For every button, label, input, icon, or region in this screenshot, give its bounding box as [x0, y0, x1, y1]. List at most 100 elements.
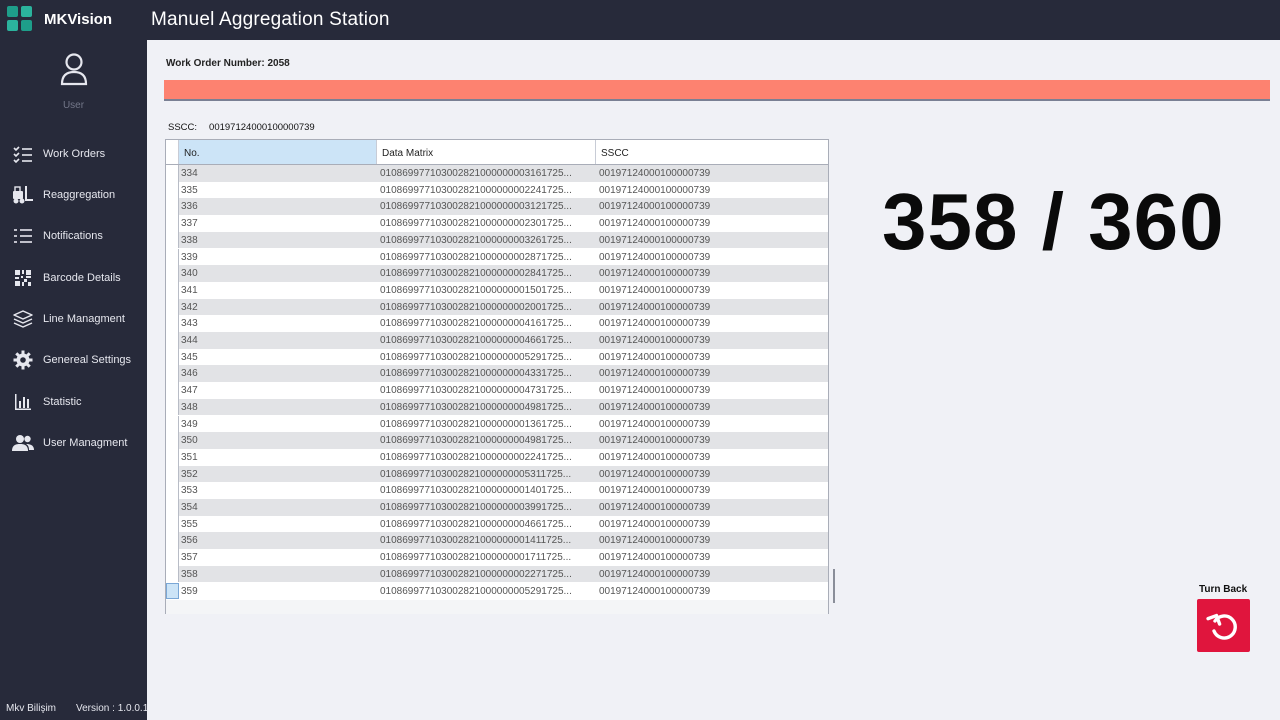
row-selector[interactable]: [166, 198, 179, 216]
cell-no: 340: [181, 268, 198, 280]
cell-no: 343: [181, 318, 198, 330]
column-header-sscc[interactable]: SSCC: [596, 140, 828, 164]
sscc-label: SSCC:: [168, 122, 198, 133]
table-row[interactable]: 340 010869977103002821000000002841725... 0…: [166, 265, 828, 282]
table-row[interactable]: 357 010869977103002821000000001711725... 0…: [166, 549, 828, 566]
row-selector[interactable]: [166, 215, 179, 232]
cell-no: 356: [181, 535, 198, 547]
cell-data-matrix: 010869977103002821000000005291725...: [380, 585, 572, 597]
cell-sscc: 00197124000100000739: [599, 201, 711, 213]
table-row[interactable]: 349 010869977103002821000000001361725... 0…: [166, 415, 828, 433]
sidebar-item-reaggregation[interactable]: Reaggregation: [0, 177, 147, 213]
table-scrollbar[interactable]: [833, 569, 835, 603]
row-selector[interactable]: [166, 398, 179, 416]
sidebar-item-notifications[interactable]: Notifications: [0, 218, 147, 254]
sidebar-item-line-managment[interactable]: Line Managment: [0, 301, 147, 337]
aggregation-table[interactable]: No. Data Matrix SSCC 334 0108699771030028…: [165, 139, 829, 614]
cell-data-matrix: 010869977103002821000000004161725...: [380, 318, 572, 330]
row-selector[interactable]: [166, 181, 179, 199]
sidebar-item-barcode-details[interactable]: Barcode Details: [0, 260, 147, 296]
table-row[interactable]: 344 010869977103002821000000004661725... 0…: [166, 332, 828, 349]
brand-name: MKVision: [44, 11, 113, 28]
cell-data-matrix: 010869977103002821000000003261725...: [380, 234, 572, 246]
table-row[interactable]: 335 010869977103002821000000002241725... 0…: [166, 181, 828, 199]
row-selector[interactable]: [166, 582, 179, 600]
cell-data-matrix: 010869977103002821000000003991725...: [380, 502, 572, 513]
row-selector[interactable]: [166, 482, 179, 499]
table-row[interactable]: 356 010869977103002821000000001411725... 0…: [166, 532, 828, 550]
cell-no: 352: [181, 468, 198, 480]
cell-data-matrix: 010869977103002821000000001501725...: [380, 284, 572, 296]
table-row[interactable]: 341 010869977103002821000000001501725... 0…: [166, 281, 828, 299]
table-row[interactable]: 358 010869977103002821000000002271725... 0…: [166, 565, 828, 583]
cell-no: 345: [181, 351, 198, 363]
table-row[interactable]: 354 010869977103002821000000003991725... 0…: [166, 499, 828, 516]
cell-data-matrix: 010869977103002821000000001711725...: [380, 552, 572, 564]
turn-back-label: Turn Back: [1199, 584, 1248, 595]
cell-data-matrix: 010869977103002821000000002871725...: [380, 251, 572, 263]
sidebar-item-work-orders[interactable]: Work Orders: [0, 136, 147, 172]
row-selector[interactable]: [166, 248, 179, 266]
table-row[interactable]: 348 010869977103002821000000004981725... 0…: [166, 398, 828, 416]
row-selector[interactable]: [166, 465, 179, 483]
row-selector[interactable]: [166, 315, 179, 332]
cell-no: 336: [181, 201, 198, 213]
table-row[interactable]: 351 010869977103002821000000002241725... 0…: [166, 448, 828, 466]
user-block[interactable]: User: [0, 52, 147, 111]
sidebar-item-statistic[interactable]: Statistic: [0, 384, 147, 420]
cell-no: 338: [181, 234, 198, 246]
row-selector[interactable]: [166, 382, 179, 399]
row-selector[interactable]: [166, 432, 179, 449]
cell-no: 354: [181, 502, 198, 513]
row-selector[interactable]: [166, 532, 179, 550]
gear-icon: [12, 349, 34, 371]
users-icon: [12, 432, 34, 454]
cell-no: 353: [181, 485, 198, 497]
status-bar: [164, 80, 1270, 101]
table-row[interactable]: 355 010869977103002821000000004661725... 0…: [166, 515, 828, 533]
row-selector[interactable]: [166, 565, 179, 583]
table-row[interactable]: 339 010869977103002821000000002871725... 0…: [166, 248, 828, 266]
column-header-no[interactable]: No.: [179, 140, 377, 164]
table-row[interactable]: 342 010869977103002821000000002001725... 0…: [166, 298, 828, 316]
table-row[interactable]: 352 010869977103002821000000005311725... 0…: [166, 465, 828, 483]
column-header-data-matrix[interactable]: Data Matrix: [377, 140, 596, 164]
table-row[interactable]: 337 010869977103002821000000002301725... 0…: [166, 215, 828, 232]
row-selector[interactable]: [166, 332, 179, 349]
row-selector[interactable]: [166, 415, 179, 433]
table-row[interactable]: 353 010869977103002821000000001401725... 0…: [166, 482, 828, 499]
table-row[interactable]: 336 010869977103002821000000003121725... 0…: [166, 198, 828, 216]
barcode-icon: [12, 267, 34, 289]
turn-back-button[interactable]: [1197, 599, 1250, 652]
row-selector[interactable]: [166, 499, 179, 516]
row-selector[interactable]: [166, 448, 179, 466]
row-selector[interactable]: [166, 549, 179, 566]
table-row[interactable]: 350 010869977103002821000000004981725... 0…: [166, 432, 828, 449]
table-row[interactable]: 343 010869977103002821000000004161725... 0…: [166, 315, 828, 332]
row-selector[interactable]: [166, 265, 179, 282]
list-check-icon: [12, 143, 34, 165]
row-selector[interactable]: [166, 365, 179, 383]
table-row[interactable]: 345 010869977103002821000000005291725... 0…: [166, 348, 828, 366]
sidebar-item-general-settings[interactable]: Genereal Settings: [0, 342, 147, 378]
cell-data-matrix: 010869977103002821000000003161725...: [380, 168, 572, 179]
title-bar: MKVision Manuel Aggregation Station: [0, 0, 1280, 40]
row-selector[interactable]: [166, 515, 179, 533]
row-selector[interactable]: [166, 281, 179, 299]
row-selector[interactable]: [166, 231, 179, 249]
table-row[interactable]: 334 010869977103002821000000003161725... 0…: [166, 165, 828, 182]
table-row[interactable]: 338 010869977103002821000000003261725... 0…: [166, 231, 828, 249]
row-selector[interactable]: [166, 298, 179, 316]
sidebar-item-label: Genereal Settings: [43, 354, 132, 366]
cell-sscc: 00197124000100000739: [599, 468, 711, 480]
cell-sscc: 00197124000100000739: [599, 401, 711, 413]
table-row[interactable]: 359 010869977103002821000000005291725... 0…: [166, 582, 828, 600]
cell-sscc: 00197124000100000739: [599, 568, 711, 580]
sidebar-item-user-managment[interactable]: User Managment: [0, 425, 147, 461]
row-selector[interactable]: [166, 165, 179, 182]
table-row[interactable]: 347 010869977103002821000000004731725... 0…: [166, 382, 828, 399]
row-selector-header[interactable]: [166, 140, 179, 164]
table-row[interactable]: 346 010869977103002821000000004331725... 0…: [166, 365, 828, 383]
row-selector[interactable]: [166, 348, 179, 366]
cell-no: 359: [181, 585, 198, 597]
